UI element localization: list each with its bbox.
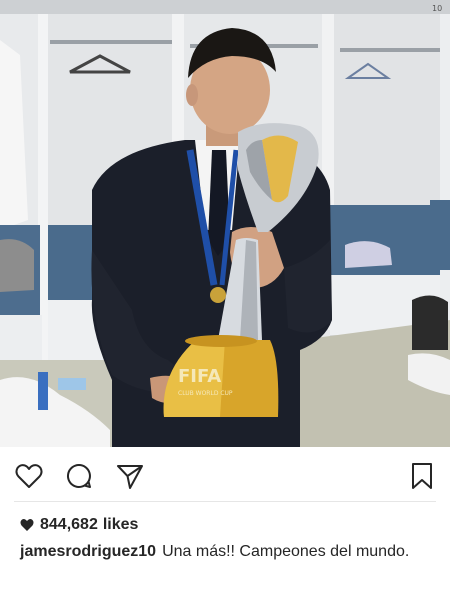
caption-text: Una más!! Campeones del mundo. [162,543,410,560]
paper-plane-icon [117,465,143,489]
bookmark-icon [412,463,432,489]
caption-username[interactable]: jamesrodriguez10 [20,543,156,560]
actions-divider [14,501,436,502]
heart-icon [20,518,34,532]
trophy-text: FIFA [178,366,221,387]
like-button[interactable] [14,461,44,491]
post-caption: jamesrodriguez10 Una más!! Campeones del … [20,540,430,563]
heart-outline-icon [15,464,43,488]
comment-icon [67,463,91,488]
likes-label: likes [102,516,139,533]
locker-number: 10 [432,4,442,13]
post-photo[interactable]: FIFA CLUB WORLD CUP 10 [0,0,450,447]
likes-number: 844,682 [40,516,98,533]
share-button[interactable] [115,461,145,491]
trophy-subtext: CLUB WORLD CUP [178,390,233,397]
post-image: FIFA CLUB WORLD CUP 10 [0,0,450,447]
likes-count[interactable]: 844,682 likes [20,514,138,536]
save-button[interactable] [407,461,437,491]
post-actions-bar [0,447,450,507]
comment-button[interactable] [64,461,94,491]
